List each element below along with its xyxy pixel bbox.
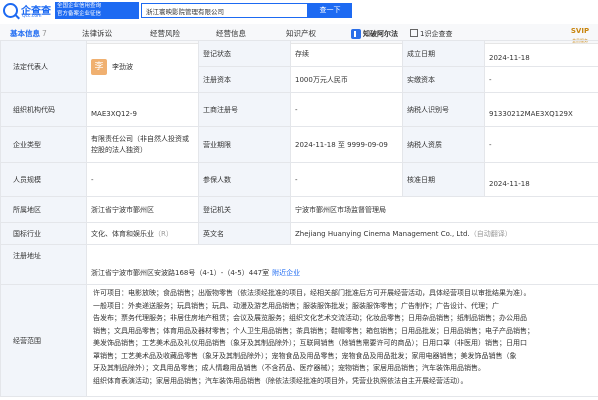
slogan-line1: 全国企业信用查询 (57, 3, 102, 9)
slogan-banner: 全国企业信用查询 官方备案企业征信 (55, 2, 139, 19)
scope-line: 告发布；票务代理服务；非居住房地产租赁；会议及展览服务；组织文化艺术交流活动；化… (93, 314, 527, 322)
reg-capital-label: 注册资本 (198, 66, 291, 93)
biz-reg-no-label: 工商注册号 (198, 92, 291, 127)
table-row: 组织机构代码 MAE3XQ12-9 工商注册号 - 纳税人识别号 9133021… (0, 92, 598, 127)
legal-rep-cell: 李李劲波 (86, 40, 199, 93)
scope-label: 经营范围 (0, 284, 87, 397)
biz-term-value: 2024-11-18 至 9999-09-09 (290, 126, 403, 163)
zhishi-alpha-link[interactable]: 知破阿尔法 (351, 28, 398, 40)
region-label: 所属地区 (0, 196, 87, 223)
company-info-table: 法定代表人 李李劲波 登记状态 存续 成立日期 2024-11-18 注册资本 … (0, 40, 598, 397)
tab-count: 7 (42, 29, 47, 38)
search-input[interactable] (141, 3, 308, 18)
english-name-label: 英文名 (198, 222, 291, 245)
scope-line: 罩销售；工艺美术品及收藏品零售（象牙及其制品除外）；宠物食品及用品零售；宠物食品… (93, 351, 517, 360)
company-type-label: 企业类型 (0, 126, 87, 163)
avatar[interactable]: 李 (91, 58, 107, 75)
taxpayer-no-value: 91330212MAE3XQ129X (489, 109, 573, 118)
table-row: 注册地址 浙江省宁波市鄞州区安波路168号（4-1）-（4-5）447室 附近企业 (0, 244, 598, 285)
tab-label: 基本信息 (10, 29, 40, 38)
staff-size-label: 人员规模 (0, 162, 87, 197)
personal-account-link[interactable]: 1识企查查 (410, 28, 452, 40)
established-cell: 2024-11-18 (484, 40, 598, 67)
reg-authority-label: 登记机关 (198, 196, 291, 223)
legal-rep-label: 法定代表人 (0, 40, 87, 93)
org-code-value: MAE3XQ12-9 (91, 109, 137, 118)
industry-cell: 文化、体育和娱乐业（R） (86, 222, 199, 245)
insured-label: 参保人数 (198, 162, 291, 197)
scope-value: 许可项目：电影放映；食品销售；出版物零售（依法须经批准的项目，经相关部门批准后方… (86, 284, 598, 397)
org-code-cell: MAE3XQ12-9 (86, 92, 199, 127)
established-value: 2024-11-18 (489, 53, 530, 62)
taxpayer-qual-value: - (484, 126, 598, 163)
scope-line: 美发饰品销售；工艺美术品及礼仪用品销售（象牙及其制品除外）；互联网销售（除销售需… (93, 339, 527, 347)
approval-date-cell: 2024-11-18 (484, 162, 598, 197)
region-value: 浙江省宁波市鄞州区 (86, 196, 199, 223)
reg-status-label: 登记状态 (198, 40, 291, 67)
zhishi-alpha-icon (351, 29, 361, 39)
paid-capital-label: 实缴资本 (402, 66, 485, 93)
table-row: 国标行业 文化、体育和娱乐业（R） 英文名 Zhejiang Huanying … (0, 222, 598, 245)
table-row: 经营范围 许可项目：电影放映；食品销售；出版物零售（依法须经批准的项目，经相关部… (0, 284, 598, 397)
biz-term-label: 营业期限 (198, 126, 291, 163)
taxpayer-no-cell: 91330212MAE3XQ129X (484, 92, 598, 127)
header: 企查查 Qcc.com 全国企业信用查询 官方备案企业征信 查一下 (0, 0, 598, 22)
slogan-line2: 官方备案企业征信 (57, 11, 102, 17)
reg-authority-value: 宁波市鄞州区市场监督管理局 (290, 196, 598, 223)
industry-suffix: （R） (154, 229, 173, 238)
reg-status-value: 存续 (290, 40, 403, 67)
scope-line: 许可项目：电影放映；食品销售；出版物零售（依法须经批准的项目，经相关部门批准后方… (93, 289, 531, 297)
staff-size-value: - (86, 162, 199, 197)
established-label: 成立日期 (402, 40, 485, 67)
biz-reg-no-value: - (290, 92, 403, 127)
industry-label: 国标行业 (0, 222, 87, 245)
approval-date-label: 核准日期 (402, 162, 485, 197)
paid-capital-value: - (484, 66, 598, 93)
english-name-cell: Zhejiang Huanying Cinema Management Co.,… (290, 222, 598, 245)
english-name-note: （自动翻译） (469, 229, 512, 238)
scope-line: 牙及其制品除外）；文具用品零售；成人情趣用品销售（不含药品、医疗器械）；宠物销售… (93, 364, 485, 372)
scope-line: 组织体育表演活动；家居用品销售；汽车装饰用品销售（除依法须经批准的项目外，凭营业… (93, 376, 468, 385)
table-row: 企业类型 有限责任公司（非自然人投资或控股的法人独资） 营业期限 2024-11… (0, 126, 598, 163)
table-row: 法定代表人 李李劲波 登记状态 存续 成立日期 2024-11-18 (0, 40, 598, 93)
search-button[interactable]: 查一下 (308, 3, 352, 18)
grid-icon (410, 29, 418, 37)
personal-account-label: 1识企查查 (420, 30, 453, 38)
svip-label: SVIP (570, 27, 590, 35)
insured-value: - (290, 162, 403, 197)
company-type-value: 有限责任公司（非自然人投资或控股的法人独资） (86, 126, 199, 163)
taxpayer-qual-label: 纳税人资质 (402, 126, 485, 163)
table-row: 所属地区 浙江省宁波市鄞州区 登记机关 宁波市鄞州区市场监督管理局 (0, 196, 598, 223)
zhishi-alpha-label: 知破阿尔法 (363, 30, 398, 38)
brand-url: Qcc.com (22, 14, 42, 19)
legal-rep-name[interactable]: 李劲波 (112, 63, 133, 71)
reg-capital-value: 1000万元人民币 (290, 66, 403, 93)
english-name-value: Zhejiang Huanying Cinema Management Co.,… (295, 229, 470, 238)
org-code-label: 组织机构代码 (0, 92, 87, 127)
scope-line: 一般项目：外卖递送服务；玩具销售；玩具、动漫及游艺用品销售；服装服饰批发；服装服… (93, 301, 499, 310)
address-label: 注册地址 (0, 244, 87, 285)
table-row: 人员规模 - 参保人数 - 核准日期 2024-11-18 (0, 162, 598, 197)
nearby-companies-link[interactable]: 附近企业 (272, 269, 300, 277)
taxpayer-no-label: 纳税人识别号 (402, 92, 485, 127)
scope-line: 销售；文具用品零售；体育用品及器材零售；个人卫生用品销售；茶具销售；鞋帽零售；箱… (93, 326, 534, 335)
address-cell: 浙江省宁波市鄞州区安波路168号（4-1）-（4-5）447室 附近企业 (86, 244, 598, 285)
address-value: 浙江省宁波市鄞州区安波路168号（4-1）-（4-5）447室 (91, 269, 270, 277)
industry-value[interactable]: 文化、体育和娱乐业 (91, 230, 154, 238)
approval-date-value: 2024-11-18 (489, 179, 530, 188)
qcc-logo-icon[interactable] (3, 3, 18, 18)
